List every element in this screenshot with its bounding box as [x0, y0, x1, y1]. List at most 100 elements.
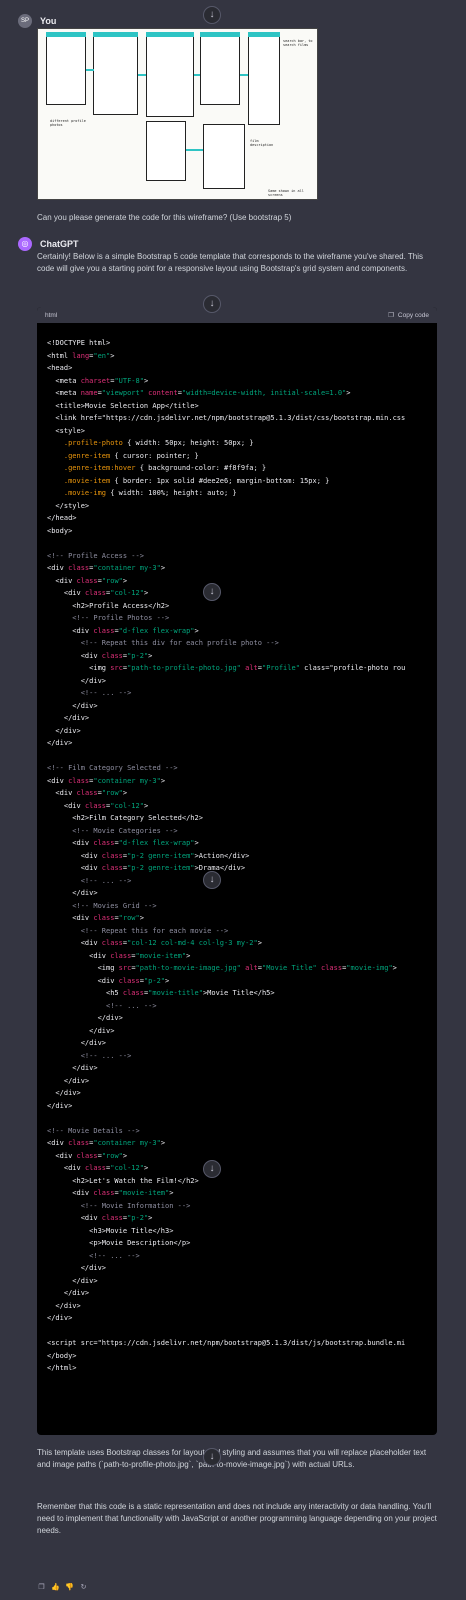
- message-actions: ❐ 👍 👎 ↻: [37, 1583, 88, 1592]
- code-line: <div class="row">: [47, 914, 144, 922]
- assistant-outro-1: This template uses Bootstrap classes for…: [37, 1448, 427, 1469]
- code-line: <!-- ... -->: [47, 689, 132, 697]
- code-line: <div class="col-12">: [47, 1164, 149, 1172]
- code-line: <!-- Profile Access -->: [47, 551, 144, 560]
- code-line: <div class="col-12 col-md-4 col-lg-3 my-…: [47, 939, 262, 947]
- code-line: .genre-item { cursor: pointer; }: [63, 451, 199, 460]
- code-line: <div class="row">: [47, 576, 128, 585]
- code-line: <head>: [47, 364, 73, 372]
- scroll-down-button[interactable]: ↓: [203, 295, 221, 313]
- code-line: .movie-item { border: 1px solid #dee2e6;…: [63, 476, 330, 485]
- code-line: </div>: [47, 1039, 107, 1047]
- code-line: </div>: [47, 1264, 107, 1272]
- code-line: </div>: [47, 1101, 73, 1110]
- code-line: </body>: [47, 1351, 77, 1360]
- code-block: html ❐ Copy code <!DOCTYPE html> <html la…: [37, 307, 437, 1435]
- code-line: <title>Movie Selection App</title>: [47, 401, 199, 410]
- code-line: <!DOCTYPE html>: [47, 339, 111, 347]
- code-line: </div>: [47, 1014, 123, 1022]
- code-line: </div>: [47, 1301, 81, 1310]
- code-line: <p>Movie Description</p>: [47, 1239, 191, 1247]
- code-language-label: html: [45, 311, 58, 319]
- code-line: </div>: [47, 739, 73, 747]
- code-line: <body>: [47, 526, 73, 535]
- code-line: <!-- ... -->: [47, 876, 132, 885]
- code-line: </div>: [47, 1289, 90, 1297]
- scroll-down-button[interactable]: ↓: [203, 1448, 221, 1466]
- code-line: </div>: [47, 726, 81, 735]
- code-line: <div class="p-2">: [47, 1214, 153, 1222]
- code-line: .profile-photo { width: 50px; height: 50…: [63, 439, 254, 447]
- assistant-message-header: ◎ ChatGPT: [18, 237, 79, 251]
- code-line: <style>: [47, 426, 85, 435]
- thumbs-down-icon[interactable]: 👎: [65, 1583, 74, 1592]
- code-line: </div>: [47, 1026, 115, 1035]
- code-line: </div>: [47, 676, 107, 685]
- scroll-down-button[interactable]: ↓: [203, 583, 221, 601]
- code-line: </div>: [47, 1076, 90, 1085]
- code-line: </div>: [47, 1276, 98, 1285]
- scroll-down-button[interactable]: ↓: [203, 1160, 221, 1178]
- code-line: <div class="row">: [47, 1151, 128, 1160]
- scroll-down-button[interactable]: ↓: [203, 871, 221, 889]
- code-line: <div class="d-flex flex-wrap">: [47, 839, 199, 847]
- code-line: <h2>Film Category Selected</h2>: [47, 814, 203, 822]
- code-line: <div class="container my-3">: [47, 776, 166, 785]
- code-line: </div>: [47, 1089, 81, 1097]
- code-line: </div>: [47, 701, 98, 710]
- user-message-header: SP You: [18, 14, 56, 28]
- code-line: <!-- Movie Categories -->: [47, 826, 178, 835]
- code-line: <div class="movie-item">: [47, 951, 191, 960]
- copy-icon[interactable]: ❐: [37, 1583, 46, 1592]
- code-line: <div class="col-12">: [47, 801, 149, 810]
- code-line: </html>: [47, 1364, 77, 1372]
- code-line: </style>: [47, 501, 90, 510]
- scroll-down-button[interactable]: ↓: [203, 6, 221, 24]
- copy-code-label: Copy code: [397, 311, 429, 319]
- code-line: </div>: [47, 714, 90, 722]
- code-line: <div class="p-2">: [47, 651, 153, 660]
- code-line: <div class="d-flex flex-wrap">: [47, 626, 199, 635]
- assistant-outro-2: Remember that this code is a static repr…: [37, 1502, 437, 1535]
- user-avatar: SP: [18, 14, 32, 28]
- code-line: </div>: [47, 889, 98, 897]
- code-line: <link href="https://cdn.jsdelivr.net/npm…: [47, 414, 406, 422]
- code-line: <div class="movie-item">: [47, 1189, 174, 1197]
- code-line: <!-- Profile Photos -->: [47, 614, 170, 622]
- code-line: </head>: [47, 514, 77, 522]
- code-line: <h5 class="movie-title">Movie Title</h5>: [47, 989, 275, 997]
- code-line: </div>: [47, 1314, 73, 1322]
- code-line: <meta name="viewport" content="width=dev…: [47, 389, 351, 397]
- code-line: <!-- ... -->: [47, 1251, 140, 1260]
- thumbs-up-icon[interactable]: 👍: [51, 1583, 60, 1592]
- code-line: <!-- Movies Grid -->: [47, 901, 157, 910]
- code-line: <!-- Repeat this for each movie -->: [47, 926, 229, 935]
- assistant-name: ChatGPT: [40, 239, 79, 249]
- code-line: .movie-img { width: 100%; height: auto; …: [63, 489, 237, 497]
- code-line: <!-- Movie Details -->: [47, 1126, 140, 1135]
- openai-logo-icon: ◎: [18, 237, 32, 251]
- code-line: <meta charset="UTF-8">: [47, 376, 149, 385]
- code-line: <img src="path-to-profile-photo.jpg" alt…: [47, 664, 406, 672]
- code-block-header: html ❐ Copy code: [37, 307, 437, 323]
- code-line: <script src="https://cdn.jsdelivr.net/np…: [47, 1339, 406, 1347]
- code-line: <div class="col-12">: [47, 589, 149, 597]
- code-line: <!-- Repeat this div for each profile ph…: [47, 639, 279, 647]
- code-line: <!-- Movie Information -->: [47, 1201, 191, 1210]
- code-line: </div>: [47, 1064, 98, 1072]
- copy-code-button[interactable]: ❐ Copy code: [388, 311, 429, 320]
- regenerate-icon[interactable]: ↻: [79, 1583, 88, 1592]
- code-line: <div class="row">: [47, 789, 128, 797]
- assistant-intro: Certainly! Below is a simple Bootstrap 5…: [37, 252, 424, 273]
- code-line: .genre-item:hover { background-color: #f…: [63, 464, 267, 472]
- clipboard-icon: ❐: [388, 312, 394, 319]
- code-line: <div class="p-2 genre-item">Action</div>: [47, 851, 250, 860]
- wireframe-image[interactable]: different profile photos search bar, to …: [37, 28, 318, 200]
- code-content[interactable]: <!DOCTYPE html> <html lang="en"> <head> <m…: [37, 323, 437, 1375]
- code-line: <html lang="en">: [47, 351, 115, 360]
- user-prompt: Can you please generate the code for thi…: [37, 213, 292, 222]
